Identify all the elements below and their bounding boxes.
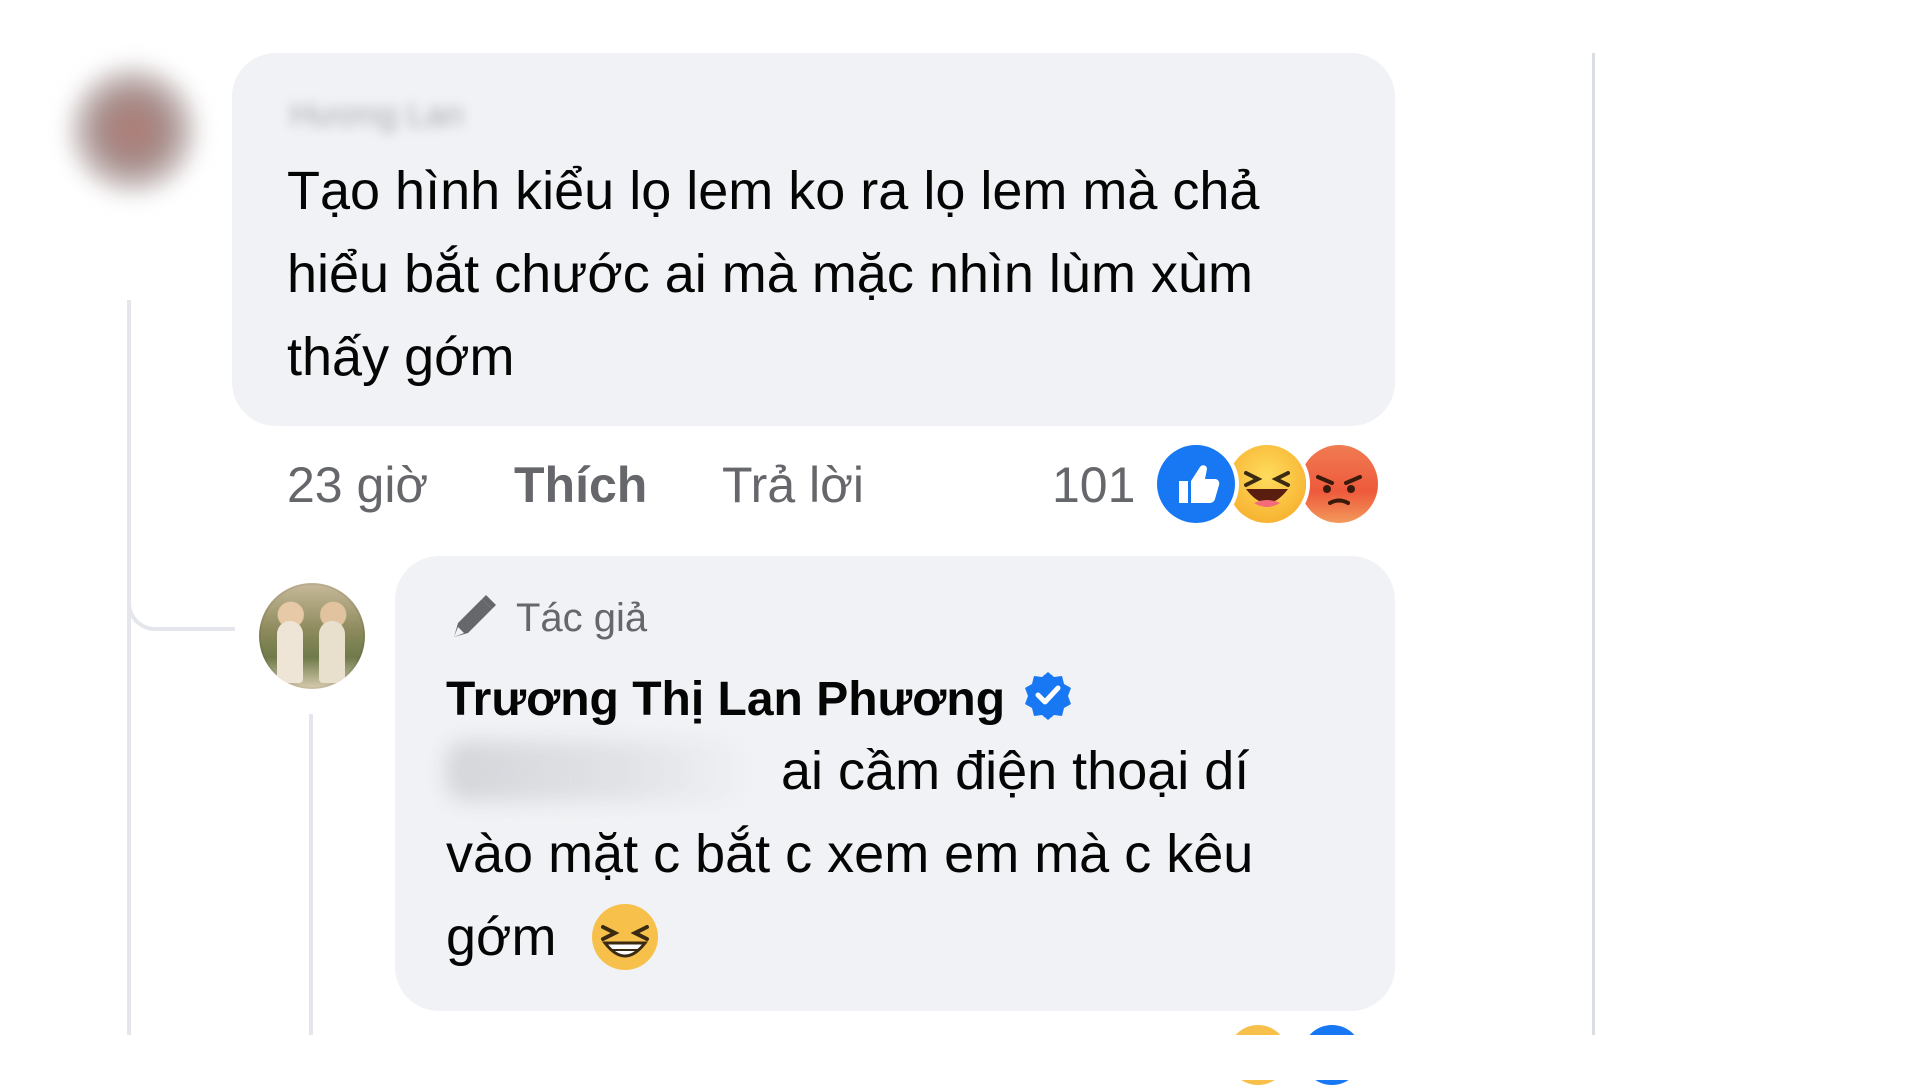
reply-button[interactable]: Trả lời [722,455,864,515]
thread-branch-connector [127,575,235,631]
like-icon[interactable] [1157,445,1235,523]
angry-icon[interactable] [1300,445,1378,523]
commenter-avatar[interactable] [68,65,198,195]
pen-icon [454,595,496,637]
reply-author-name[interactable]: Trương Thị Lan Phương [446,671,1073,727]
laughing-emoji [592,904,659,970]
bottom-edge [0,1035,1920,1080]
like-button[interactable]: Thích [514,455,647,515]
haha-icon[interactable] [1228,445,1306,523]
column-divider [1592,53,1595,1035]
reply-thread-connector-line [309,714,313,1035]
comment-text: Tạo hình kiểu lọ lem ko ra lọ lem mà chả… [287,161,1260,387]
author-badge-label: Tác giả [516,595,648,640]
comment-timestamp[interactable]: 23 giờ [287,455,428,515]
reply-author-name-text[interactable]: Trương Thị Lan Phương [446,672,1005,727]
verified-badge-icon [1025,671,1072,720]
commenter-name[interactable]: Hương Lan [290,96,464,135]
author-badge: Tác giả [446,592,647,644]
thread-connector-line [127,300,131,1035]
author-avatar[interactable] [259,583,365,689]
reply-text: H ai cầm điện thoại dí vào mặt c bắt c x… [446,730,1346,979]
reaction-count[interactable]: 101 [1052,455,1135,515]
mention-placeholder[interactable]: H [446,730,766,813]
